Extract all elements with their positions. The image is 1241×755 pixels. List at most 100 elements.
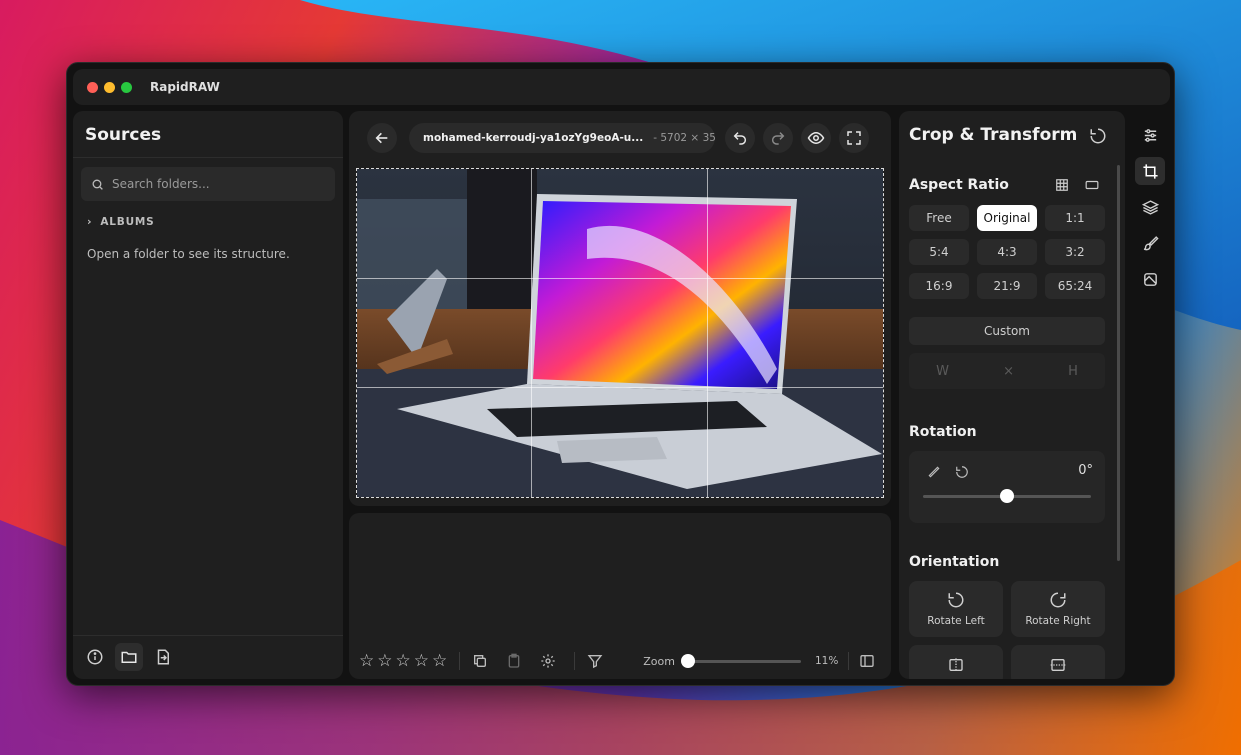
- aspect-ratio-option[interactable]: 65:24: [1045, 273, 1105, 299]
- info-button[interactable]: [81, 643, 109, 671]
- crop-guide: [707, 169, 708, 497]
- panel-scrollbar[interactable]: [1117, 165, 1120, 561]
- zoom-label: Zoom: [643, 654, 675, 668]
- aspect-ratio-option[interactable]: 5:4: [909, 239, 969, 265]
- rotate-right-button[interactable]: Rotate Right: [1011, 581, 1105, 637]
- redo-button[interactable]: [763, 123, 793, 153]
- crop-guide: [357, 278, 883, 279]
- flip-horizontal-button[interactable]: [909, 645, 1003, 679]
- eye-icon: [807, 129, 825, 147]
- image-viewer: mohamed-kerroudj-ya1ozYg9eoA-u... - 5702…: [349, 111, 891, 506]
- redo-icon: [770, 130, 786, 146]
- crop-icon: [1142, 163, 1159, 180]
- aspect-ratio-option[interactable]: 1:1: [1045, 205, 1105, 231]
- viewer-actions: [725, 123, 869, 153]
- presets-button[interactable]: [1135, 265, 1165, 293]
- chevron-right-icon: ›: [87, 215, 93, 228]
- reset-rotation-icon[interactable]: [955, 465, 969, 479]
- star-rating[interactable]: ☆ ☆ ☆ ☆ ☆: [359, 651, 447, 671]
- paste-icon[interactable]: [506, 653, 522, 669]
- rotation-slider[interactable]: [923, 489, 1091, 503]
- search-input[interactable]: [112, 177, 312, 191]
- photo-laptop: [357, 169, 883, 497]
- crop-area[interactable]: [356, 168, 884, 498]
- info-icon: [86, 648, 104, 666]
- rotate-left-icon: [947, 591, 965, 609]
- divider: [73, 157, 343, 158]
- preview-toggle-button[interactable]: [801, 123, 831, 153]
- divider: [73, 635, 343, 636]
- app-window: RapidRAW Sources › ALBUMS Open a folder …: [66, 62, 1175, 686]
- flip-vertical-button[interactable]: [1011, 645, 1105, 679]
- rotation-title: Rotation: [909, 424, 977, 440]
- orientation-landscape-icon[interactable]: [1085, 179, 1099, 191]
- sources-panel: Sources › ALBUMS Open a folder to see it…: [73, 111, 343, 679]
- times-symbol: ×: [1003, 363, 1014, 379]
- aspect-ratio-option[interactable]: 3:2: [1045, 239, 1105, 265]
- file-name: mohamed-kerroudj-ya1ozYg9eoA-u...: [423, 132, 644, 144]
- settings-icon[interactable]: [540, 653, 556, 669]
- import-button[interactable]: [149, 643, 177, 671]
- custom-ratio-button[interactable]: Custom: [909, 317, 1105, 345]
- title-bar: RapidRAW: [73, 69, 1170, 105]
- crop-guide: [531, 169, 532, 497]
- tool-rail: [1131, 111, 1169, 679]
- width-input[interactable]: W: [936, 364, 949, 379]
- aspect-ratio-option[interactable]: 4:3: [977, 239, 1037, 265]
- sources-title: Sources: [85, 125, 162, 145]
- star-icon[interactable]: ☆: [414, 651, 429, 671]
- presets-icon: [1142, 271, 1159, 288]
- crop-button[interactable]: [1135, 157, 1165, 185]
- grid-icon[interactable]: [1055, 178, 1069, 192]
- star-icon[interactable]: ☆: [396, 651, 411, 671]
- folder-search[interactable]: [81, 167, 335, 201]
- height-input[interactable]: H: [1068, 364, 1078, 379]
- aspect-ratio-title: Aspect Ratio: [909, 177, 1009, 193]
- folder-button[interactable]: [115, 643, 143, 671]
- maximize-window-button[interactable]: [121, 81, 132, 93]
- bottom-toolbar: ☆ ☆ ☆ ☆ ☆ Zoom 11%: [349, 643, 891, 679]
- adjustments-button[interactable]: [1135, 121, 1165, 149]
- aspect-ratio-option[interactable]: 21:9: [977, 273, 1037, 299]
- star-icon[interactable]: ☆: [432, 651, 447, 671]
- rotate-left-button[interactable]: Rotate Left: [909, 581, 1003, 637]
- fullscreen-button[interactable]: [839, 123, 869, 153]
- rotate-right-icon: [1049, 591, 1067, 609]
- adjustments-icon: [1142, 127, 1159, 144]
- zoom-slider-thumb[interactable]: [680, 653, 695, 668]
- albums-label: ALBUMS: [100, 215, 155, 228]
- layers-icon: [1141, 199, 1159, 216]
- brush-button[interactable]: [1135, 229, 1165, 257]
- rotate-right-label: Rotate Right: [1025, 615, 1091, 627]
- zoom-slider[interactable]: [680, 653, 801, 668]
- reset-icon[interactable]: [1089, 127, 1107, 145]
- star-icon[interactable]: ☆: [359, 651, 374, 671]
- fullscreen-icon: [846, 130, 862, 146]
- divider: [848, 652, 850, 670]
- aspect-ratio-option[interactable]: Original: [977, 205, 1037, 231]
- orientation-title: Orientation: [909, 554, 1000, 570]
- copy-icon[interactable]: [472, 653, 488, 669]
- crop-guide: [357, 387, 883, 388]
- filter-icon[interactable]: [587, 653, 603, 669]
- close-window-button[interactable]: [87, 81, 98, 93]
- file-dimensions: - 5702 × 3564: [653, 132, 715, 144]
- rotation-slider-thumb[interactable]: [1000, 489, 1014, 503]
- aspect-ratio-option[interactable]: Free: [909, 205, 969, 231]
- albums-toggle[interactable]: › ALBUMS: [87, 215, 155, 228]
- app-title: RapidRAW: [150, 80, 220, 94]
- aspect-ratio-option[interactable]: 16:9: [909, 273, 969, 299]
- filmstrip-panel: ☆ ☆ ☆ ☆ ☆ Zoom 11%: [349, 513, 891, 679]
- sources-footer: [81, 643, 177, 671]
- zoom-value: 11%: [814, 655, 839, 667]
- straighten-icon[interactable]: [927, 465, 941, 479]
- minimize-window-button[interactable]: [104, 81, 115, 93]
- toggle-panel-icon[interactable]: [859, 653, 875, 669]
- rotate-left-label: Rotate Left: [927, 615, 985, 627]
- star-icon[interactable]: ☆: [377, 651, 392, 671]
- back-button[interactable]: [367, 123, 397, 153]
- folder-icon: [120, 648, 138, 666]
- rotation-control: 0°: [909, 451, 1105, 523]
- undo-button[interactable]: [725, 123, 755, 153]
- layers-button[interactable]: [1135, 193, 1165, 221]
